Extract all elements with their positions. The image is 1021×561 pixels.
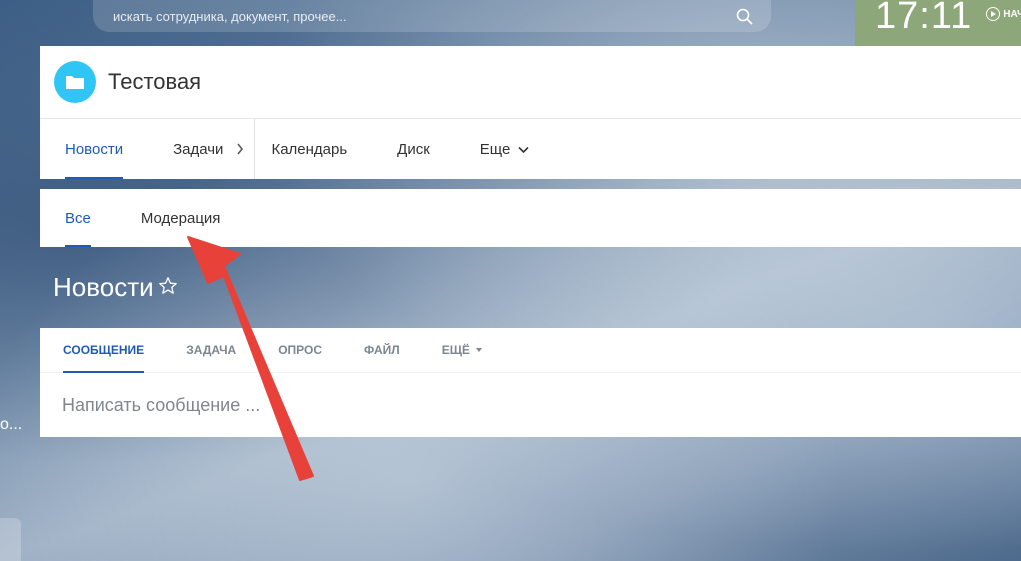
caret-down-icon [475, 348, 482, 352]
group-title: Тестовая [108, 69, 202, 94]
left-panel-fragment [0, 518, 21, 561]
post-form: СООБЩЕНИЕ ЗАДАЧА ОПРОС ФАЙЛ ЕЩЁ Написать… [40, 328, 1021, 437]
global-search-bar[interactable]: искать сотрудника, документ, прочее... [93, 0, 771, 32]
nav-tab-label: Еще [479, 140, 511, 158]
post-tab-message[interactable]: СООБЩЕНИЕ [63, 328, 145, 373]
post-tab-task[interactable]: ЗАДАЧА [186, 328, 236, 372]
post-tab-label: ЗАДАЧА [186, 343, 237, 357]
nav-tab-disk[interactable]: Диск [372, 119, 455, 179]
page-title: Новости [53, 272, 154, 302]
post-tab-label: ФАЙЛ [364, 343, 400, 357]
nav-tab-more[interactable]: Еще [455, 119, 555, 179]
folder-icon [54, 61, 96, 103]
nav-tab-calendar[interactable]: Календарь [255, 119, 372, 179]
start-workday-label: НАЧ [1003, 8, 1021, 20]
play-icon [986, 7, 1001, 21]
nav-tab-label: Новости [65, 140, 124, 158]
filter-tab-moderation[interactable]: Модерация [116, 189, 246, 247]
clock-widget: 17:11 НАЧ [855, 0, 1021, 46]
post-tab-label: ЕЩЁ [441, 343, 470, 357]
start-workday-button[interactable]: НАЧ [986, 7, 1021, 21]
nav-tab-label: Календарь [271, 140, 348, 158]
group-main-nav: Новости Задачи Календарь Диск Еще [40, 119, 1021, 179]
clock-time: 17:11 [875, 0, 973, 37]
post-tab-label: ОПРОС [278, 343, 323, 357]
filter-tab-label: Модерация [140, 209, 221, 227]
message-input[interactable]: Написать сообщение ... [40, 373, 1021, 416]
post-tab-more[interactable]: ЕЩЁ [442, 328, 482, 372]
search-icon[interactable] [736, 8, 753, 25]
news-filter-nav: Все Модерация [40, 189, 1021, 247]
post-tab-poll[interactable]: ОПРОС [278, 328, 322, 372]
nav-tab-news[interactable]: Новости [40, 119, 148, 179]
nav-tab-label: Задачи [173, 140, 224, 158]
post-type-tabs: СООБЩЕНИЕ ЗАДАЧА ОПРОС ФАЙЛ ЕЩЁ [40, 328, 1021, 373]
post-tab-label: СООБЩЕНИЕ [63, 343, 145, 357]
page-title-row: Новости [53, 272, 178, 303]
post-tab-file[interactable]: ФАЙЛ [364, 328, 400, 372]
filter-tab-label: Все [65, 209, 91, 227]
search-input[interactable]: искать сотрудника, документ, прочее... [113, 9, 347, 24]
filter-tab-all[interactable]: Все [40, 189, 116, 247]
chevron-down-icon [518, 141, 529, 158]
group-header: Тестовая [40, 46, 1021, 119]
star-icon[interactable] [158, 276, 178, 301]
nav-tab-tasks[interactable]: Задачи [148, 119, 248, 179]
nav-tab-label: Диск [397, 140, 430, 158]
left-sidebar-fragment: о... [0, 416, 23, 433]
